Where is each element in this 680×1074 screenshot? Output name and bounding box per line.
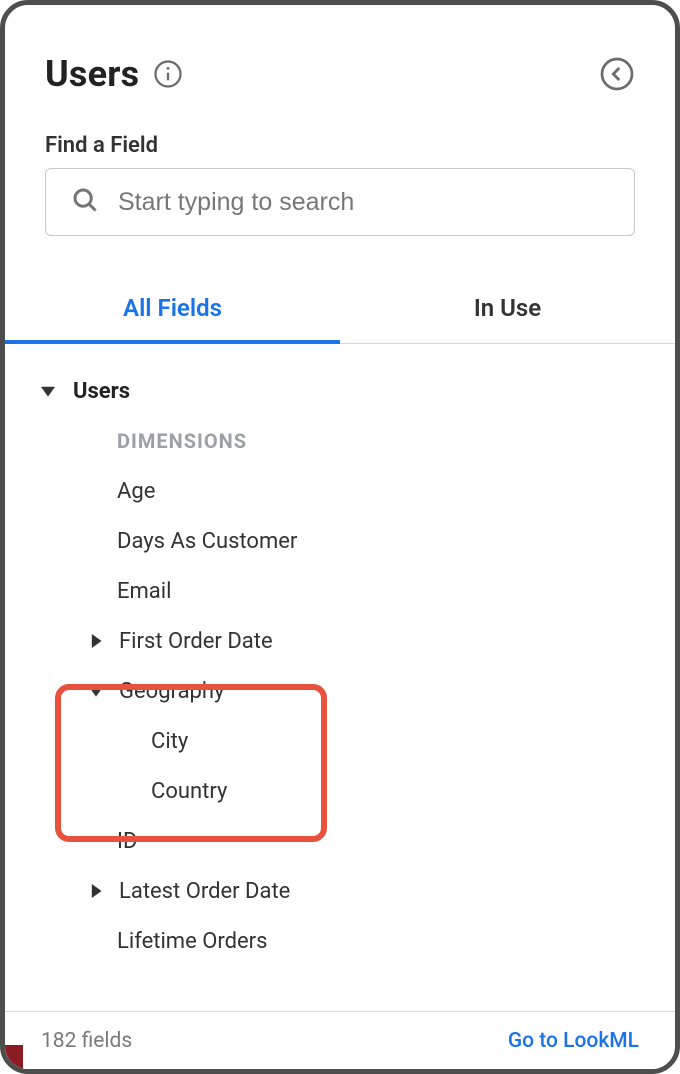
page-title: Users — [45, 53, 139, 95]
caret-right-icon — [81, 634, 111, 648]
field-picker-panel: Users Find a Field — [0, 0, 680, 1074]
panel-header: Users — [45, 53, 635, 119]
dimensions-header: DIMENSIONS — [33, 416, 659, 466]
field-count: 182 fields — [41, 1029, 132, 1053]
search-label: Find a Field — [45, 133, 635, 158]
tree-group-label: Users — [73, 379, 130, 404]
search-input[interactable] — [118, 188, 610, 217]
field-geography[interactable]: Geography — [33, 666, 659, 716]
field-lifetime-orders[interactable]: Lifetime Orders — [33, 916, 659, 966]
info-icon[interactable] — [153, 59, 183, 89]
tree-group-users[interactable]: Users — [33, 366, 659, 416]
tab-all-fields[interactable]: All Fields — [5, 278, 340, 344]
field-city[interactable]: City — [33, 716, 659, 766]
go-to-lookml-link[interactable]: Go to LookML — [508, 1029, 639, 1053]
collapse-panel-button[interactable] — [599, 56, 635, 92]
tab-in-use[interactable]: In Use — [340, 278, 675, 343]
tabs: All Fields In Use — [5, 278, 675, 344]
field-latest-order-date[interactable]: Latest Order Date — [33, 866, 659, 916]
caret-down-icon — [81, 684, 111, 698]
panel-footer: 182 fields Go to LookML — [5, 1011, 675, 1069]
field-tree: Users DIMENSIONS Age Days As Customer Em… — [5, 366, 675, 966]
field-age[interactable]: Age — [33, 466, 659, 516]
field-id[interactable]: ID — [33, 816, 659, 866]
search-box[interactable] — [45, 168, 635, 236]
search-icon — [70, 185, 100, 219]
caret-down-icon — [33, 384, 63, 398]
field-days-as-customer[interactable]: Days As Customer — [33, 516, 659, 566]
field-country[interactable]: Country — [33, 766, 659, 816]
caret-right-icon — [81, 884, 111, 898]
field-email[interactable]: Email — [33, 566, 659, 616]
field-first-order-date[interactable]: First Order Date — [33, 616, 659, 666]
